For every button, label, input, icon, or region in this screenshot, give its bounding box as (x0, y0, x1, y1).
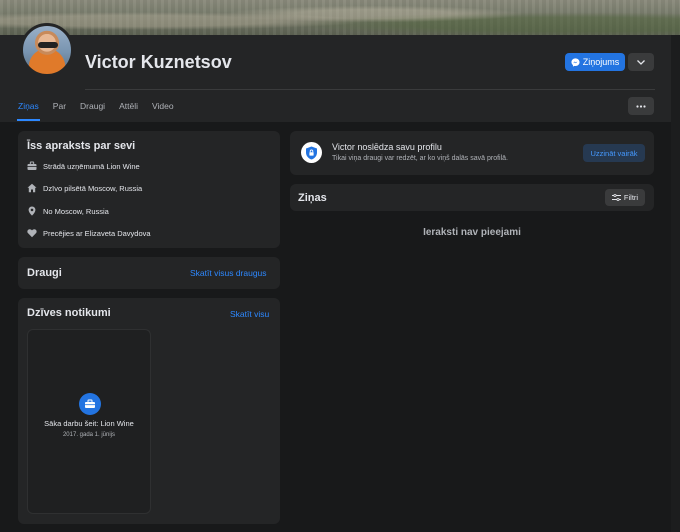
friends-card: Draugi Skatīt visus draugus (18, 257, 280, 289)
tabs-more-button[interactable] (628, 97, 654, 115)
posts-header-card: Ziņas Filtri (290, 184, 654, 211)
profile-tabs: Ziņas Par Draugi Attēli Video (17, 97, 188, 121)
tab-video[interactable]: Video (152, 97, 174, 121)
heart-icon (27, 229, 37, 238)
filters-button-label: Filtri (623, 193, 639, 202)
intro-item-label: Strādā uzņēmumā Lion Wine (43, 161, 140, 171)
location-pin-icon (28, 206, 36, 216)
chevron-down-icon (637, 59, 645, 65)
life-events-card: Dzīves notikumi Skatīt visu Sāka darbu š… (18, 298, 280, 524)
locked-profile-title: Victor noslēdza savu profilu (332, 142, 442, 152)
shield-icon (301, 142, 322, 163)
intro-item-work: Strādā uzņēmumā Lion Wine (27, 161, 140, 171)
briefcase-icon (27, 161, 37, 170)
scrollbar-track[interactable] (671, 35, 680, 532)
filters-button[interactable]: Filtri (605, 189, 645, 206)
see-all-events-link[interactable]: Skatīt visu (230, 309, 269, 319)
more-options-button[interactable] (628, 53, 654, 71)
posts-title: Ziņas (298, 192, 327, 204)
intro-card: Īss apraksts par sevi Strādā uzņēmumā Li… (18, 131, 280, 248)
life-event-tile[interactable]: Sāka darbu šeit: Lion Wine 2017. gada 1.… (27, 329, 151, 514)
ellipsis-icon (636, 104, 646, 108)
life-event-title: Sāka darbu šeit: Lion Wine (44, 419, 134, 428)
messenger-icon (571, 57, 580, 67)
intro-title: Īss apraksts par sevi (27, 140, 136, 152)
home-icon (27, 183, 37, 193)
tab-posts[interactable]: Ziņas (17, 97, 40, 121)
sliders-icon (611, 194, 621, 201)
see-all-friends-link[interactable]: Skatīt visus draugus (190, 268, 267, 278)
friends-title: Draugi (27, 267, 62, 279)
tab-friends[interactable]: Draugi (80, 97, 105, 121)
tab-about[interactable]: Par (53, 97, 66, 121)
intro-item-label: Dzīvo pilsētā Moscow, Russia (43, 183, 143, 193)
cover-photo[interactable] (0, 0, 680, 35)
avatar[interactable] (20, 23, 74, 77)
life-events-title: Dzīves notikumi (27, 307, 111, 319)
no-posts-message: Ieraksti nav pieejami (423, 227, 521, 238)
life-event-date: 2017. gada 1. jūnijs (62, 432, 116, 438)
message-button[interactable]: Ziņojums (565, 53, 625, 71)
locked-profile-banner: Victor noslēdza savu profilu Tikai viņa … (290, 131, 654, 175)
message-button-label: Ziņojums (582, 57, 620, 67)
tab-photos[interactable]: Attēli (119, 97, 138, 121)
locked-profile-subtitle: Tikai viņa draugi var redzēt, ar ko viņš… (332, 155, 508, 162)
intro-item-from: No Moscow, Russia (27, 206, 109, 216)
intro-item-home: Dzīvo pilsētā Moscow, Russia (27, 183, 142, 193)
intro-item-label: No Moscow, Russia (43, 206, 109, 216)
work-event-icon (79, 393, 101, 415)
learn-more-button[interactable]: Uzzināt vairāk (583, 144, 645, 162)
profile-name: Victor Kuznetsov (85, 52, 232, 72)
header-divider (85, 89, 655, 90)
intro-item-label: Precējies ar Elizaveta Davydova (43, 228, 151, 238)
intro-item-relationship: Precējies ar Elizaveta Davydova (27, 228, 151, 238)
